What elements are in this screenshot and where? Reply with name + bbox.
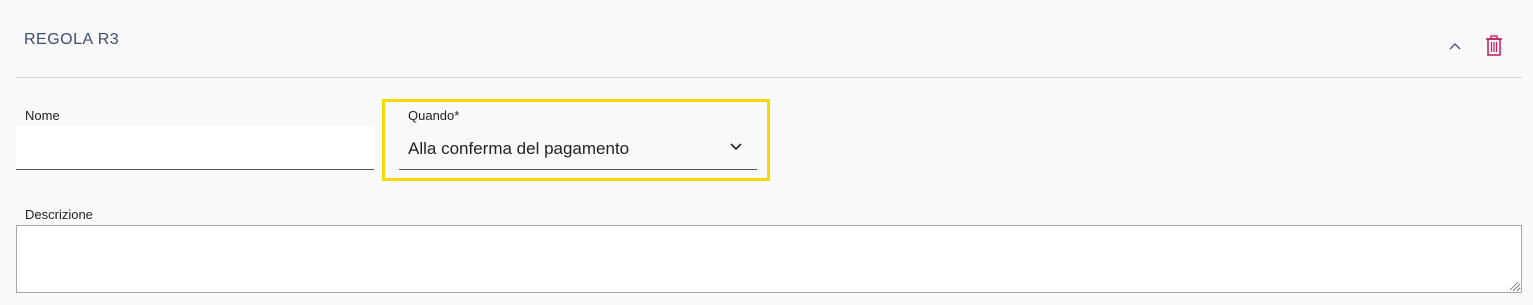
trash-icon <box>1486 35 1502 56</box>
quando-select[interactable]: Alla conferma del pagamento <box>399 126 757 170</box>
descrizione-textarea[interactable] <box>16 225 1522 293</box>
descrizione-label: Descrizione <box>25 207 93 222</box>
rule-title: REGOLA R3 <box>24 31 120 48</box>
collapse-button[interactable] <box>1444 36 1466 56</box>
nome-input[interactable] <box>16 126 374 170</box>
delete-button[interactable] <box>1483 34 1505 58</box>
nome-label: Nome <box>25 108 60 123</box>
quando-label: Quando* <box>408 108 460 123</box>
quando-selected-value: Alla conferma del pagamento <box>408 139 630 158</box>
header-divider <box>16 77 1522 78</box>
chevron-up-icon <box>1449 43 1461 50</box>
chevron-down-icon <box>730 143 742 151</box>
